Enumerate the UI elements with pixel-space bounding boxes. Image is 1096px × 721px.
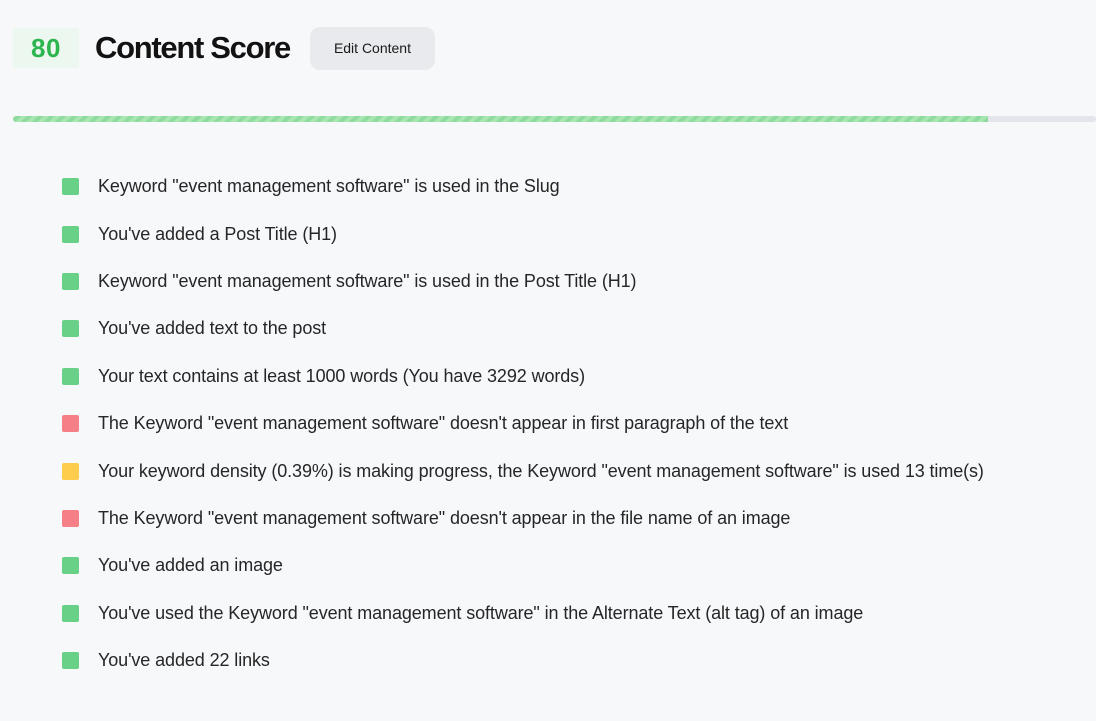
check-text: The Keyword "event management software" … xyxy=(98,413,789,434)
status-indicator-icon xyxy=(62,604,79,622)
check-item: The Keyword "event management software" … xyxy=(62,400,984,447)
check-item: The Keyword "event management software" … xyxy=(62,495,984,542)
check-item: Your keyword density (0.39%) is making p… xyxy=(62,447,984,494)
check-text: Your text contains at least 1000 words (… xyxy=(98,365,585,386)
check-text: The Keyword "event management software" … xyxy=(98,507,791,528)
status-indicator-icon xyxy=(62,320,79,338)
check-text: You've used the Keyword "event managemen… xyxy=(98,602,864,623)
edit-content-button[interactable]: Edit Content xyxy=(309,26,435,70)
status-indicator-icon xyxy=(62,367,79,385)
content-score-header: 80 Content Score Edit Content xyxy=(13,26,435,70)
check-text: Keyword "event management software" is u… xyxy=(98,176,560,197)
seo-check-list: Keyword "event management software" is u… xyxy=(62,163,984,684)
status-indicator-icon xyxy=(62,652,79,670)
check-item: You've added text to the post xyxy=(62,305,984,352)
check-item: You've added a Post Title (H1) xyxy=(62,210,984,257)
status-indicator-icon xyxy=(62,462,79,480)
check-text: You've added text to the post xyxy=(98,318,327,339)
status-indicator-icon xyxy=(62,509,79,527)
check-item: You've used the Keyword "event managemen… xyxy=(62,590,984,637)
score-progress-bar xyxy=(13,116,1096,122)
check-text: Keyword "event management software" is u… xyxy=(98,270,637,291)
status-indicator-icon xyxy=(62,415,79,433)
status-indicator-icon xyxy=(62,272,79,290)
check-text: You've added 22 links xyxy=(98,650,270,671)
check-item: Keyword "event management software" is u… xyxy=(62,163,984,210)
page-title: Content Score xyxy=(95,30,291,65)
score-badge: 80 xyxy=(13,28,79,68)
check-text: You've added an image xyxy=(98,555,283,576)
check-item: Keyword "event management software" is u… xyxy=(62,258,984,305)
score-progress-fill xyxy=(13,116,988,122)
status-indicator-icon xyxy=(62,178,79,196)
check-text: You've added a Post Title (H1) xyxy=(98,223,337,244)
check-item: Your text contains at least 1000 words (… xyxy=(62,353,984,400)
check-item: You've added an image xyxy=(62,542,984,589)
check-text: Your keyword density (0.39%) is making p… xyxy=(98,460,984,481)
status-indicator-icon xyxy=(62,225,79,243)
status-indicator-icon xyxy=(62,557,79,575)
check-item: You've added 22 links xyxy=(62,637,984,684)
